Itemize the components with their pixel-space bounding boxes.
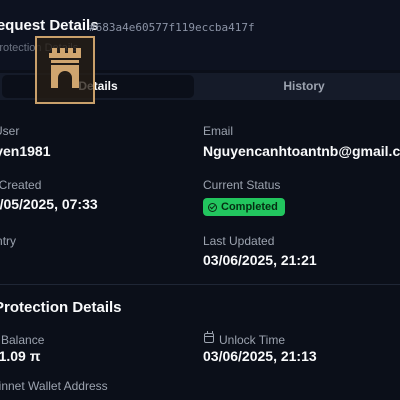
unlock-time-value: 03/06/2025, 21:13 xyxy=(203,348,317,364)
castle-gate-icon xyxy=(49,48,81,88)
protection-details-title: Protection Details xyxy=(0,299,122,316)
status-badge: Completed xyxy=(203,198,285,216)
castle-gate-logo xyxy=(35,36,95,104)
last-updated-label: Last Updated xyxy=(203,234,275,248)
user-label: User xyxy=(0,124,20,138)
user-value: tuyen1981 xyxy=(0,143,51,159)
check-circle-icon xyxy=(208,202,217,212)
request-details-page: Request Details #683a4e60577f119eccba417… xyxy=(0,0,400,400)
page-title: Request Details xyxy=(0,17,99,34)
wallet-address-label: Mainnet Wallet Address xyxy=(0,379,108,393)
tab-details[interactable]: Details xyxy=(2,75,194,98)
pi-balance-label: Pi Balance xyxy=(0,333,45,347)
section-divider xyxy=(0,284,400,285)
tab-history[interactable]: History xyxy=(198,75,400,98)
last-updated-value: 03/06/2025, 21:21 xyxy=(203,252,317,268)
email-label: Email xyxy=(203,124,234,138)
unlock-time-label: Unlock Time xyxy=(219,333,286,347)
country-label: Country xyxy=(0,234,17,248)
calendar-icon xyxy=(204,331,214,343)
status-badge-text: Completed xyxy=(221,201,278,213)
date-created-label: Date Created xyxy=(0,178,42,192)
email-value: Nguyencanhtoantnb@gmail.com xyxy=(203,143,400,159)
date-created-value: 03/05/2025, 07:33 xyxy=(0,196,98,212)
current-status-label: Current Status xyxy=(203,178,281,192)
pi-balance-value: 321.09 π xyxy=(0,348,41,364)
request-id: #683a4e60577f119eccba417f xyxy=(89,21,255,34)
